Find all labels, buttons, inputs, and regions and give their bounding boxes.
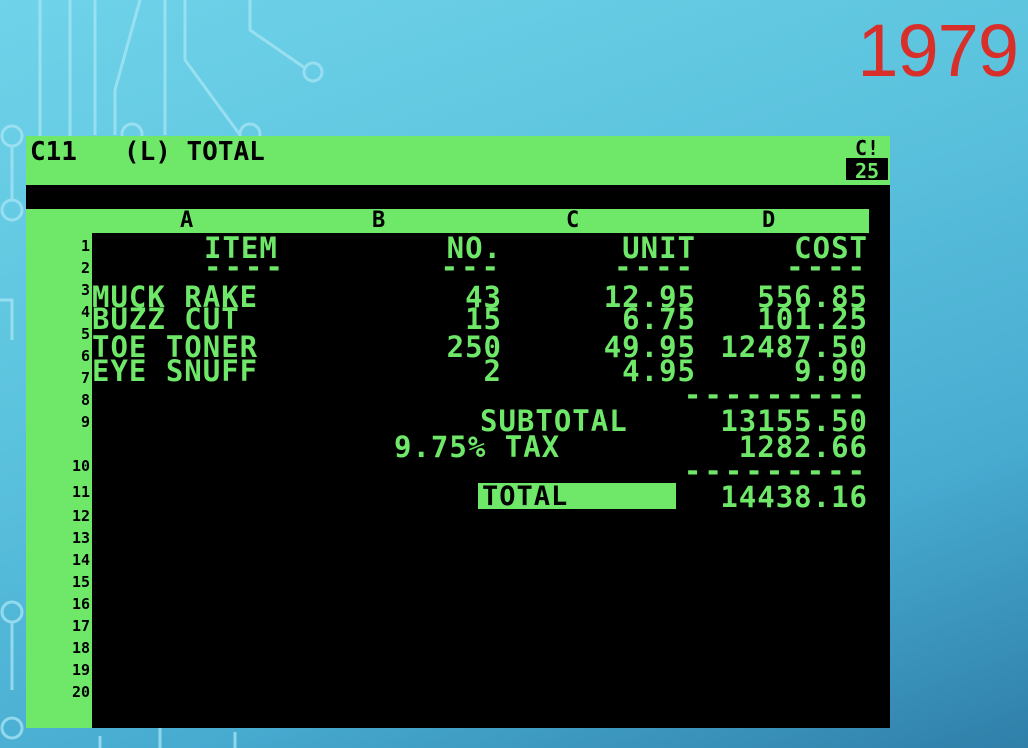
row-number[interactable]: 4 <box>26 301 92 323</box>
row-number[interactable]: 17 <box>26 615 92 637</box>
underline-no[interactable]: --- <box>398 252 502 282</box>
row-number[interactable]: 8 <box>26 389 92 411</box>
row-number[interactable]: 6 <box>26 345 92 367</box>
underline-item[interactable]: ---- <box>204 252 286 282</box>
status-bar: C11 (L) TOTAL C! 25 <box>26 136 890 185</box>
column-header-c[interactable]: C <box>566 209 579 233</box>
column-header-d[interactable]: D <box>762 209 775 233</box>
row-number[interactable]: 14 <box>26 549 92 571</box>
column-header-bar <box>26 209 869 233</box>
status-indicator-bottom: 25 <box>854 159 880 183</box>
row-number[interactable]: 15 <box>26 571 92 593</box>
status-line: C11 (L) TOTAL <box>30 137 265 167</box>
row-number[interactable]: 10 <box>26 455 92 477</box>
status-indicator-top: C! <box>846 136 888 160</box>
row-number[interactable]: 12 <box>26 505 92 527</box>
visicalc-screen: C11 (L) TOTAL C! 25 A B C D 1 2 3 4 5 6 … <box>26 136 890 728</box>
row-number[interactable]: 9 <box>26 411 92 433</box>
row-number[interactable]: 19 <box>26 659 92 681</box>
row-number[interactable]: 18 <box>26 637 92 659</box>
row-number[interactable]: 2 <box>26 257 92 279</box>
cell-no[interactable]: 2 <box>398 356 502 386</box>
underline-unit[interactable]: ---- <box>574 252 696 282</box>
row-number[interactable]: 3 <box>26 279 92 301</box>
total-value[interactable]: 14438.16 <box>686 482 868 512</box>
year-title: 1979 <box>857 9 1019 92</box>
row-number[interactable]: 13 <box>26 527 92 549</box>
cell-item[interactable]: EYE SNUFF <box>92 356 258 386</box>
row-number[interactable]: 16 <box>26 593 92 615</box>
total-label-cursor-cell[interactable]: TOTAL <box>478 483 676 510</box>
row-number[interactable]: 5 <box>26 323 92 345</box>
row-number[interactable]: 11 <box>26 481 92 503</box>
row-number[interactable]: 20 <box>26 681 92 703</box>
column-header-a[interactable]: A <box>180 209 193 233</box>
row-number[interactable]: 1 <box>26 235 92 257</box>
row-number[interactable]: 7 <box>26 367 92 389</box>
row-number-column: 1 2 3 4 5 6 7 8 9 10 11 12 13 14 15 16 1… <box>26 233 92 728</box>
tax-label[interactable]: 9.75% TAX <box>394 432 560 462</box>
column-header-b[interactable]: B <box>372 209 385 233</box>
underline-cost[interactable]: ---- <box>756 252 868 282</box>
status-indicator: C! 25 <box>846 136 888 183</box>
